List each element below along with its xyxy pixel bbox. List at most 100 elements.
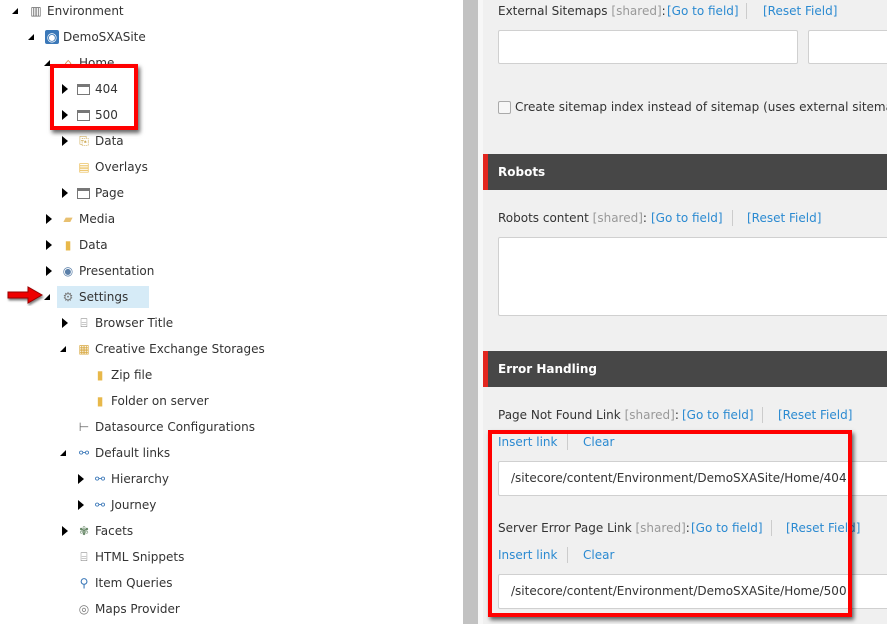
tree-scrollbar[interactable]: [463, 0, 478, 624]
separator: [732, 210, 733, 226]
collapse-toggle-icon[interactable]: [60, 450, 66, 456]
tree-item[interactable]: ◎ Maps Provider: [0, 598, 460, 620]
expand-toggle-icon[interactable]: [62, 318, 68, 328]
tree-item[interactable]: ⚲ Item Queries: [0, 572, 460, 594]
tree-item-label: Media: [79, 212, 116, 226]
separator: [762, 407, 763, 423]
tree-item-label: Data: [79, 238, 108, 252]
reset-field-link[interactable]: [Reset Field]: [763, 4, 837, 18]
query-icon: ⚲: [79, 576, 89, 590]
tree-item[interactable]: Page: [0, 182, 460, 204]
tree-item[interactable]: ⚯ Default links: [0, 442, 460, 464]
external-sitemaps-input[interactable]: [498, 30, 798, 64]
tree-item-label: Maps Provider: [95, 602, 180, 616]
map-icon: ◎: [78, 602, 90, 616]
go-to-field-link[interactable]: [Go to field]: [667, 4, 739, 18]
external-sitemaps-input-2[interactable]: [808, 30, 887, 64]
tree-item-label: Hierarchy: [111, 472, 170, 486]
tree-item[interactable]: ⚯ Journey: [0, 494, 460, 516]
expand-toggle-icon[interactable]: [78, 474, 84, 484]
tree-item[interactable]: ⌸ Browser Title: [0, 312, 460, 334]
tree-item[interactable]: ▤ Overlays: [0, 156, 460, 178]
html-page-icon: ⌸: [80, 550, 88, 564]
error-handling-section-header[interactable]: Error Handling: [483, 351, 887, 387]
robots-content-textarea[interactable]: [498, 237, 887, 316]
zip-icon: ▮: [96, 368, 104, 382]
shared-tag: [shared]: [611, 4, 662, 18]
tree-item-label: Facets: [95, 524, 134, 538]
expand-toggle-icon[interactable]: [62, 136, 68, 146]
tree-item-label: Creative Exchange Storages: [95, 342, 265, 356]
storage-icon: ▦: [78, 342, 90, 356]
separator: [746, 3, 747, 19]
tree-item[interactable]: ⌸ HTML Snippets: [0, 546, 460, 568]
expand-toggle-icon[interactable]: [46, 266, 52, 276]
data-icon: ▮: [64, 238, 72, 252]
tree-item[interactable]: ⎘ Data: [0, 130, 460, 152]
highlight-box-fields: [488, 430, 852, 617]
sitemap-index-checkbox[interactable]: [498, 101, 511, 114]
shared-tag: [shared]: [592, 211, 643, 225]
go-to-field-link[interactable]: [Go to field]: [651, 211, 723, 225]
tree-item[interactable]: ▦ Creative Exchange Storages: [0, 338, 460, 360]
code-page-icon: ⌸: [80, 316, 88, 330]
facets-icon: ✾: [78, 524, 90, 538]
tree-item[interactable]: ◉ Presentation: [0, 260, 460, 282]
red-arrow-icon: [7, 286, 44, 304]
tree-item[interactable]: ⚙ Settings: [0, 286, 460, 308]
tree-item-label: Browser Title: [95, 316, 174, 330]
tree-item-label: Journey: [111, 498, 157, 512]
collapse-toggle-icon[interactable]: [28, 34, 34, 40]
tree-item[interactable]: ◉ DemoSXASite: [0, 26, 460, 48]
highlight-box-tree: [50, 64, 138, 130]
media-folder-icon: ▰: [63, 212, 73, 226]
tree-item[interactable]: ▥ Environment: [0, 0, 460, 22]
tree-item-label: Presentation: [79, 264, 155, 278]
tree-item[interactable]: ⚯ Hierarchy: [0, 468, 460, 490]
globe-icon: ◉: [45, 30, 59, 44]
data-page-icon: ⎘: [79, 134, 89, 148]
external-sitemaps-label: External Sitemaps [shared]:: [498, 4, 666, 18]
link-icon: ⚯: [94, 472, 106, 486]
tree-item[interactable]: ✾ Facets: [0, 520, 460, 542]
tree-item-label: Page: [95, 186, 125, 200]
field-name: Robots content: [498, 211, 589, 225]
tree-item[interactable]: ▮ Data: [0, 234, 460, 256]
tree-item[interactable]: ▮ Zip file: [0, 364, 460, 386]
tree-item-label: Default links: [95, 446, 171, 460]
robots-section-header[interactable]: Robots: [483, 154, 887, 190]
expand-toggle-icon[interactable]: [62, 526, 68, 536]
folder-window-icon: ▤: [78, 160, 90, 174]
expand-toggle-icon[interactable]: [46, 240, 52, 250]
tree-item[interactable]: ▮ Folder on server: [0, 390, 460, 412]
tree-item-label: Folder on server: [111, 394, 209, 408]
tree-item-label: HTML Snippets: [95, 550, 185, 564]
go-to-field-link[interactable]: [Go to field]: [682, 408, 754, 422]
tree-item-label: Overlays: [95, 160, 148, 174]
signpost-icon: ⊢: [78, 420, 90, 434]
page-not-found-label: Page Not Found Link [shared]:: [498, 408, 679, 422]
link-icon: ⚯: [78, 446, 90, 460]
robots-content-label: Robots content [shared]:: [498, 211, 647, 225]
sitemap-index-label: Create sitemap index instead of sitemap …: [515, 100, 887, 114]
tree-item[interactable]: ▰ Media: [0, 208, 460, 230]
tree-item-label: Datasource Configurations: [95, 420, 255, 434]
expand-toggle-icon[interactable]: [46, 214, 52, 224]
shared-tag: [shared]: [624, 408, 675, 422]
expand-toggle-icon[interactable]: [62, 188, 68, 198]
tree-item-label: DemoSXASite: [63, 30, 146, 44]
tree-item-label: Environment: [47, 4, 124, 18]
reset-field-link[interactable]: [Reset Field]: [778, 408, 852, 422]
tree-item-label: Data: [95, 134, 124, 148]
tree-item-label: Item Queries: [95, 576, 173, 590]
collapse-toggle-icon[interactable]: [12, 8, 18, 14]
link-icon: ⚯: [94, 498, 106, 512]
tree-item[interactable]: ⊢ Datasource Configurations: [0, 416, 460, 438]
eye-icon: ◉: [62, 264, 74, 278]
collapse-toggle-icon[interactable]: [60, 346, 66, 352]
expand-toggle-icon[interactable]: [78, 500, 84, 510]
field-name: External Sitemaps: [498, 4, 608, 18]
tree-item-label: Settings: [79, 290, 129, 304]
reset-field-link[interactable]: [Reset Field]: [747, 211, 821, 225]
zip-icon: ▮: [96, 394, 104, 408]
